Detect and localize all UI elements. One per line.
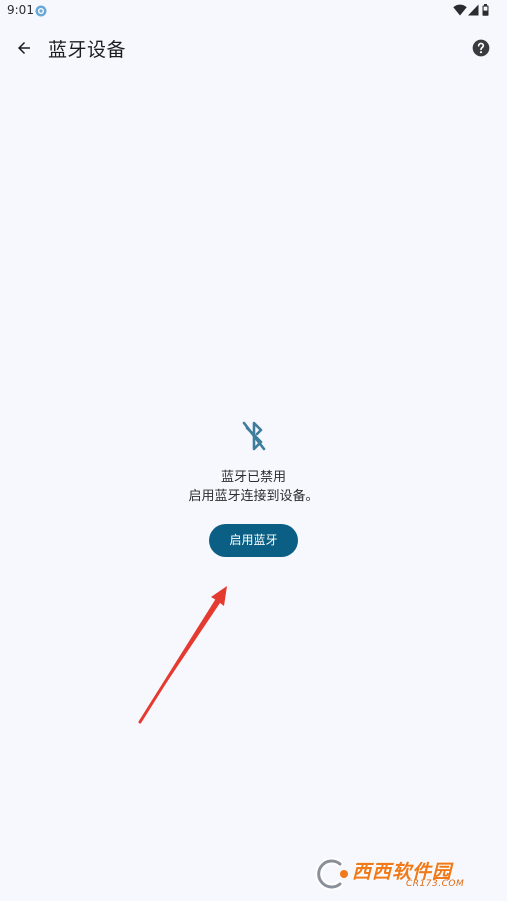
watermark-site: CR173.COM — [406, 879, 465, 889]
app-notification-icon — [35, 5, 47, 17]
app-bar: 蓝牙设备 — [0, 24, 507, 72]
bluetooth-disabled-state: 蓝牙已禁用 启用蓝牙连接到设备。 启用蓝牙 — [0, 418, 507, 557]
watermark: 西西软件园 CR173.COM — [312, 856, 488, 892]
bluetooth-disabled-title: 蓝牙已禁用 — [220, 470, 286, 485]
bluetooth-disabled-subtitle: 启用蓝牙连接到设备。 — [188, 489, 319, 504]
status-time: 9:01 — [7, 3, 34, 17]
help-circle-icon — [472, 39, 490, 57]
battery-icon — [482, 4, 489, 16]
watermark-logo-icon — [315, 858, 348, 890]
status-bar: 9:01 — [0, 0, 507, 24]
back-button[interactable] — [6, 30, 42, 66]
signal-icon — [468, 4, 479, 16]
bluetooth-disabled-icon — [242, 421, 265, 451]
help-button[interactable] — [463, 30, 499, 66]
wifi-icon — [453, 4, 467, 16]
page-title: 蓝牙设备 — [48, 39, 127, 61]
arrow-back-icon — [18, 42, 30, 54]
enable-bluetooth-button[interactable]: 启用蓝牙 — [209, 524, 298, 557]
